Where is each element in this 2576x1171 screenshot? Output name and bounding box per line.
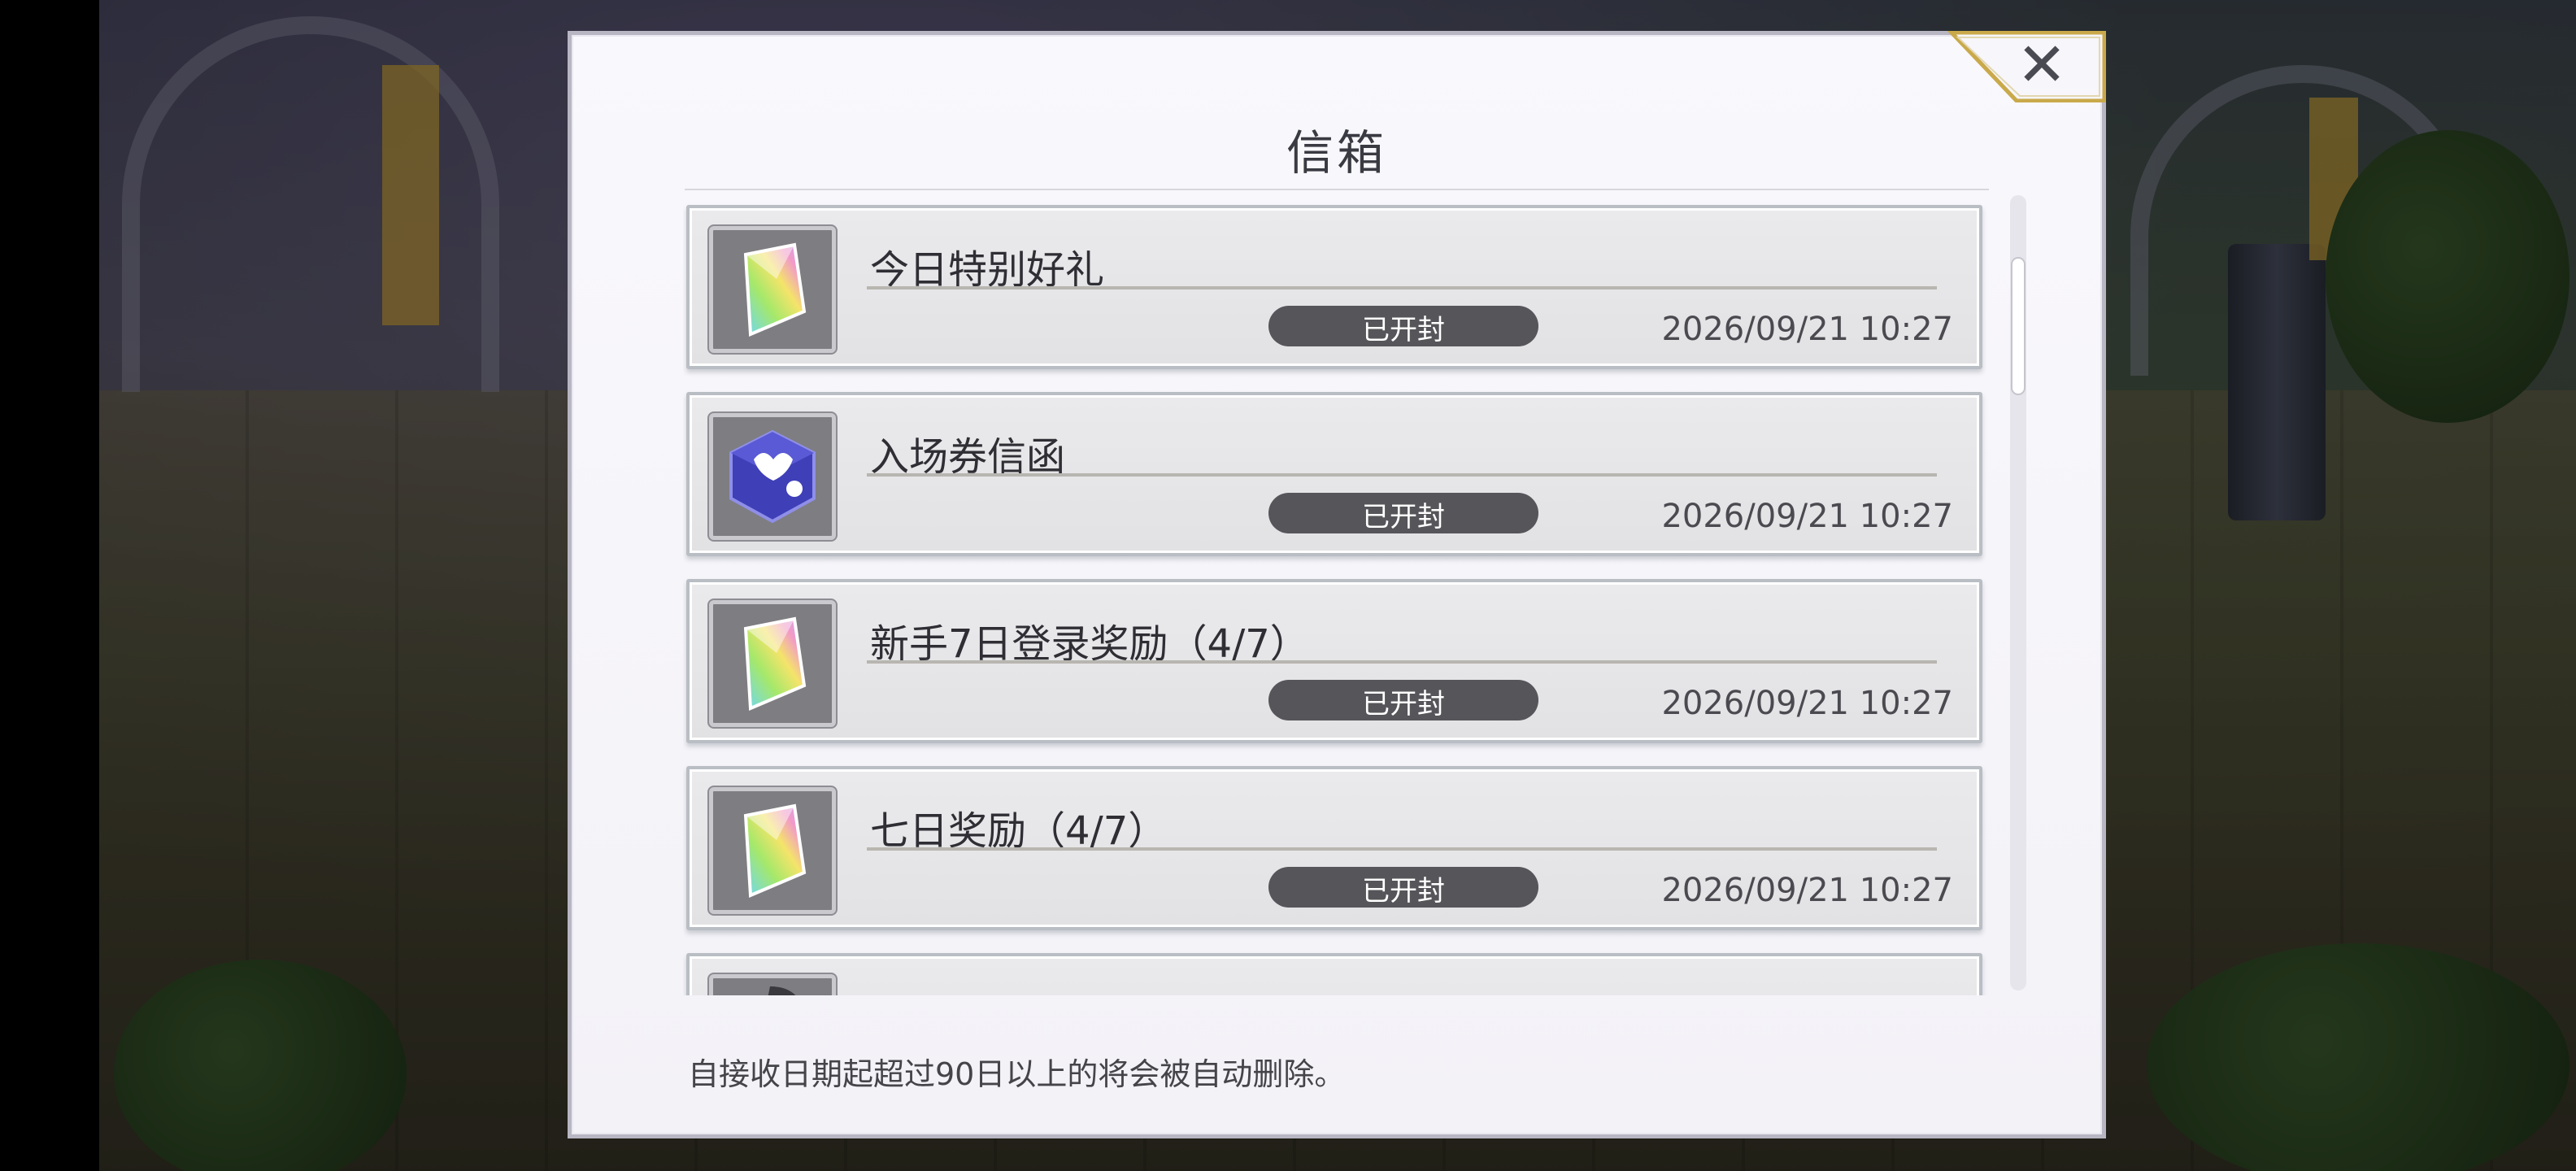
mail-item[interactable]: 今日特别好礼 已开封 2026/09/21 10:27 bbox=[686, 205, 1982, 369]
status-badge: 已开封 bbox=[1268, 306, 1538, 346]
mail-divider bbox=[867, 286, 1937, 289]
mail-divider bbox=[867, 660, 1937, 664]
mail-date: 2026/09/21 10:27 bbox=[1661, 498, 1953, 535]
mail-divider bbox=[867, 473, 1937, 477]
dialog-title: 信箱 bbox=[1286, 125, 1387, 181]
status-badge: 已开封 bbox=[1268, 867, 1538, 908]
status-badge: 已开封 bbox=[1268, 493, 1538, 533]
auto-delete-notice: 自接收日期起超过90日以上的将会被自动删除。 bbox=[688, 1056, 1346, 1092]
list-top-divider bbox=[685, 189, 1989, 190]
rainbow-crystal-icon bbox=[709, 787, 836, 914]
rainbow-crystal-icon bbox=[709, 226, 836, 353]
status-badge: 已开封 bbox=[1268, 680, 1538, 720]
mail-item[interactable]: 新手7日登录奖励（4/7） 已开封 2026/09/21 10:27 bbox=[686, 579, 1982, 743]
mail-date: 2026/09/21 10:27 bbox=[1661, 311, 1953, 348]
rainbow-crystal-icon bbox=[709, 600, 836, 727]
mail-item[interactable]: 七日奖励（4/7） 已开封 2026/09/21 10:27 bbox=[686, 766, 1982, 930]
scrollbar-thumb[interactable] bbox=[2011, 257, 2026, 395]
mail-date: 2026/09/21 10:27 bbox=[1661, 685, 1953, 722]
mail-divider bbox=[867, 847, 1937, 851]
gray-item-icon bbox=[709, 974, 836, 995]
mail-date: 2026/09/21 10:27 bbox=[1661, 872, 1953, 909]
close-icon[interactable]: ✕ bbox=[2013, 33, 2070, 98]
mail-item[interactable] bbox=[686, 953, 1982, 995]
mail-list[interactable]: 今日特别好礼 已开封 2026/09/21 10:27 入场券信函 已开封 20… bbox=[683, 192, 1991, 995]
blue-ticket-cube-icon bbox=[709, 413, 836, 540]
game-screen: 信箱 ✕ 今日特别好礼 已开封 2026/09/21 10:27 入场券信函 已… bbox=[0, 0, 2576, 1171]
mail-item[interactable]: 入场券信函 已开封 2026/09/21 10:27 bbox=[686, 392, 1982, 556]
